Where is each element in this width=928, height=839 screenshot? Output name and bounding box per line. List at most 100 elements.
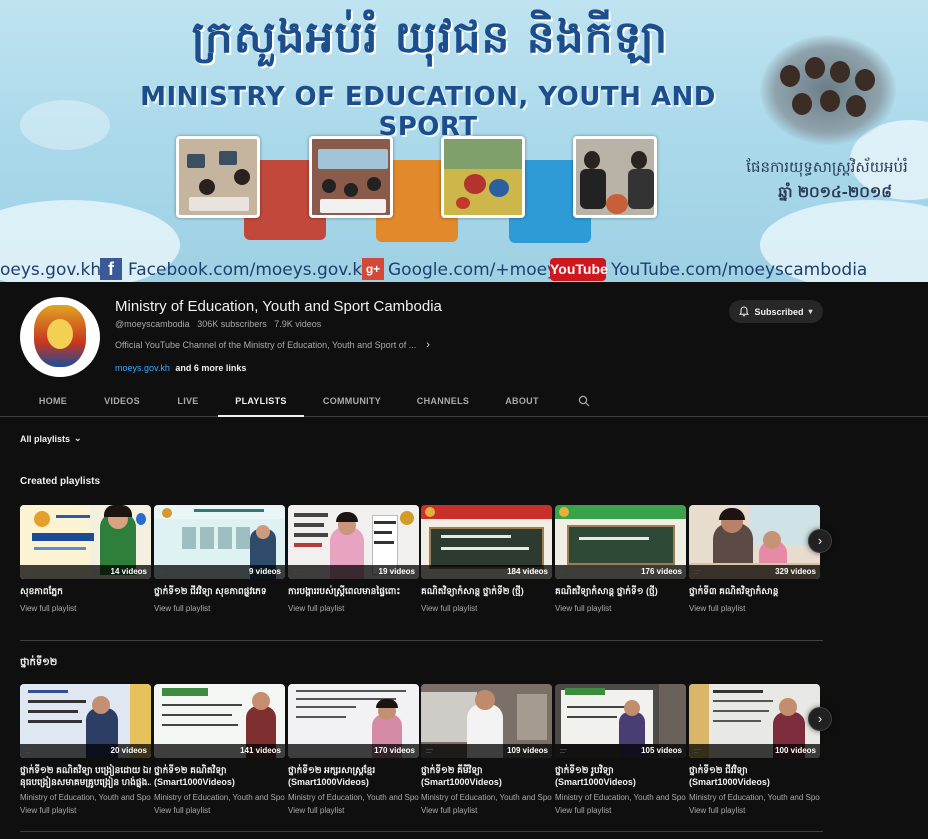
view-full-playlist-link[interactable]: View full playlist [421,806,477,815]
view-full-playlist-link[interactable]: View full playlist [20,604,76,613]
tab-home[interactable]: HOME [24,388,82,417]
playlist-title[interactable]: សុខភាពភ្នែក [20,585,151,597]
playlist-title[interactable]: គណិតវិទ្យាកំសាន្ត ថ្នាក់ទី១ (ថ្មី) [555,585,686,597]
playlist-title[interactable]: ការបង្ការរបស់ស្ត្រីពេលមានផ្ទៃពោះ [288,585,419,597]
view-full-playlist-link[interactable]: View full playlist [421,604,477,613]
view-full-playlist-link[interactable]: View full playlist [288,806,344,815]
chevron-right-icon: › [426,339,430,351]
banner-links-strip: oeys.gov.kh Facebook.com/moeys.gov.kh Go… [0,257,928,282]
banner-english-title: MINISTRY OF EDUCATION, YOUTH AND SPORT [140,82,716,142]
playlist-channel-name[interactable]: Ministry of Education, Youth and Sport C [288,793,419,802]
view-full-playlist-link[interactable]: View full playlist [555,806,611,815]
view-full-playlist-link[interactable]: View full playlist [689,604,745,613]
playlist-subtitle: (Smart1000Videos) [154,777,235,787]
playlist-subtitle: (Smart1000Videos) [555,777,636,787]
section-title-grade-12: ថ្នាក់ទី១២ [20,657,58,668]
tab-live[interactable]: LIVE [164,388,212,417]
bell-icon [739,306,750,317]
channel-name: Ministry of Education, Youth and Sport C… [115,298,442,315]
playlist-subtitle: (Smart1000Videos) [288,777,369,787]
subscribed-label: Subscribed [754,306,804,317]
playlist-thumbnail[interactable]: 19 videos [288,505,419,579]
tab-channels[interactable]: CHANNELS [406,388,480,417]
carousel-next-button[interactable]: › [808,707,832,731]
playlist-thumbnail[interactable]: 176 videos [555,505,686,579]
channel-tabs: HOME VIDEOS LIVE PLAYLISTS COMMUNITY CHA… [0,388,928,417]
tab-videos[interactable]: VIDEOS [90,388,154,417]
banner-google-text: Google.com/+moeys [388,260,566,280]
playlist-thumbnail[interactable]: 184 videos [421,505,552,579]
view-full-playlist-link[interactable]: View full playlist [154,806,210,815]
playlist-thumbnail[interactable]: 329 videos [689,505,820,579]
playlist-title[interactable]: គណិតវិទ្យាកំសាន្ត ថ្នាក់ទី២ (ថ្មី) [421,585,552,597]
channel-banner: ក្រសួងអប់រំ យុវជន និងកីឡា MINISTRY OF ED… [0,0,928,282]
search-icon[interactable] [578,395,590,407]
facebook-icon: f [100,258,122,280]
playlist-video-count: 329 videos [689,565,820,579]
playlist-thumbnail[interactable]: 14 videos [20,505,151,579]
banner-children-photo [760,35,896,145]
playlist-title[interactable]: ថ្នាក់ទី១២ គីមីវិទ្យា [421,764,552,776]
playlist-title[interactable]: ថ្នាក់ទី១២ គណិតវិទ្យា [154,764,285,776]
playlist-video-count: 170 videos [288,744,419,758]
playlist-video-count: 14 videos [20,565,151,579]
view-full-playlist-link[interactable]: View full playlist [20,806,76,815]
more-links-link[interactable]: and 6 more links [175,363,246,373]
playlist-channel-name[interactable]: Ministry of Education, Youth and Sport C [20,793,151,802]
channel-description[interactable]: Official YouTube Channel of the Ministry… [115,339,430,351]
subscribed-button[interactable]: Subscribed ▾ [729,300,823,323]
channel-subscriber-count: 306K subscribers [197,319,267,329]
banner-youtube-text: YouTube.com/moeyscambodia [611,260,868,280]
section-divider [20,640,823,641]
playlist-title[interactable]: ថ្នាក់ទី១២ គណិតវិទ្យា បង្រៀនដោយ ឯក [20,764,151,776]
tab-about[interactable]: ABOUT [494,388,550,417]
playlist-video-count: 176 videos [555,565,686,579]
channel-video-count: 7.9K videos [274,319,322,329]
playlist-video-count: 141 videos [154,744,285,758]
view-full-playlist-link[interactable]: View full playlist [689,806,745,815]
playlist-thumbnail[interactable]: 9 videos [154,505,285,579]
channel-links[interactable]: moeys.gov.kh and 6 more links [115,363,246,373]
tab-playlists[interactable]: PLAYLISTS [218,388,304,417]
playlist-subtitle: (Smart1000Videos) [421,777,502,787]
playlist-thumbnail[interactable]: 109 videos [421,684,552,758]
playlist-channel-name[interactable]: Ministry of Education, Youth and Sport C [154,793,285,802]
playlist-channel-name[interactable]: Ministry of Education, Youth and Sport C [555,793,686,802]
view-full-playlist-link[interactable]: View full playlist [555,604,611,613]
playlist-video-count: 9 videos [154,565,285,579]
view-full-playlist-link[interactable]: View full playlist [154,604,210,613]
playlist-subtitle: នុធបង្រៀនសមាគមគ្រូបង្រៀន ហង់ផ្លុង... [20,777,151,787]
banner-photo-classroom [309,136,393,218]
youtube-logo-icon: YouTube [550,258,608,281]
playlist-thumbnail[interactable]: 141 videos [154,684,285,758]
banner-photo-computer-lab [176,136,260,218]
playlist-thumbnail[interactable]: 20 videos [20,684,151,758]
carousel-next-button[interactable]: › [808,529,832,553]
playlist-title[interactable]: ថ្នាក់ទី១២ ជីវវិទ្យា សុខភាពផ្លូវភេទ [154,585,285,597]
google-plus-icon: g+ [362,258,384,280]
view-full-playlist-link[interactable]: View full playlist [288,604,344,613]
banner-khmer-title: ក្រសួងអប់រំ យុវជន និងកីឡា [191,12,669,63]
playlist-title[interactable]: ថ្នាក់ទី១២ អក្សរសាស្ត្រខ្មែរ [288,764,419,776]
tab-community[interactable]: COMMUNITY [312,388,392,417]
banner-facebook-text: Facebook.com/moeys.gov.kh [128,260,374,280]
channel-description-text: Official YouTube Channel of the Ministry… [115,340,417,350]
playlist-title[interactable]: ថ្នាក់ទី១២ ជីវវិទ្យា [689,764,820,776]
playlist-title[interactable]: ថ្នាក់ទី១២ រូបវិទ្យា [555,764,686,776]
playlist-video-count: 20 videos [20,744,151,758]
playlist-thumbnail[interactable]: 100 videos [689,684,820,758]
banner-photo-ceremony [573,136,657,218]
banner-plan-label: ផែនការយុទ្ធសាស្រ្តវិស័យអប់រំ [746,158,908,176]
playlist-sort-dropdown[interactable]: All playlists ⌄ [20,433,82,444]
playlist-thumbnail[interactable]: 105 videos [555,684,686,758]
chevron-right-icon: › [817,711,823,726]
channel-website-link[interactable]: moeys.gov.kh [115,363,170,373]
playlist-subtitle: (Smart1000Videos) [689,777,770,787]
chevron-right-icon: › [817,533,823,548]
playlist-channel-name[interactable]: Ministry of Education, Youth and Sport C [689,793,820,802]
channel-handle: @moeyscambodia [115,319,190,329]
playlist-thumbnail[interactable]: 170 videos [288,684,419,758]
playlist-title[interactable]: ថ្នាក់ទី៣ គណិតវិទ្យាកំសាន្ត [689,585,820,597]
playlist-channel-name[interactable]: Ministry of Education, Youth and Sport C [421,793,552,802]
channel-avatar[interactable] [20,297,100,377]
